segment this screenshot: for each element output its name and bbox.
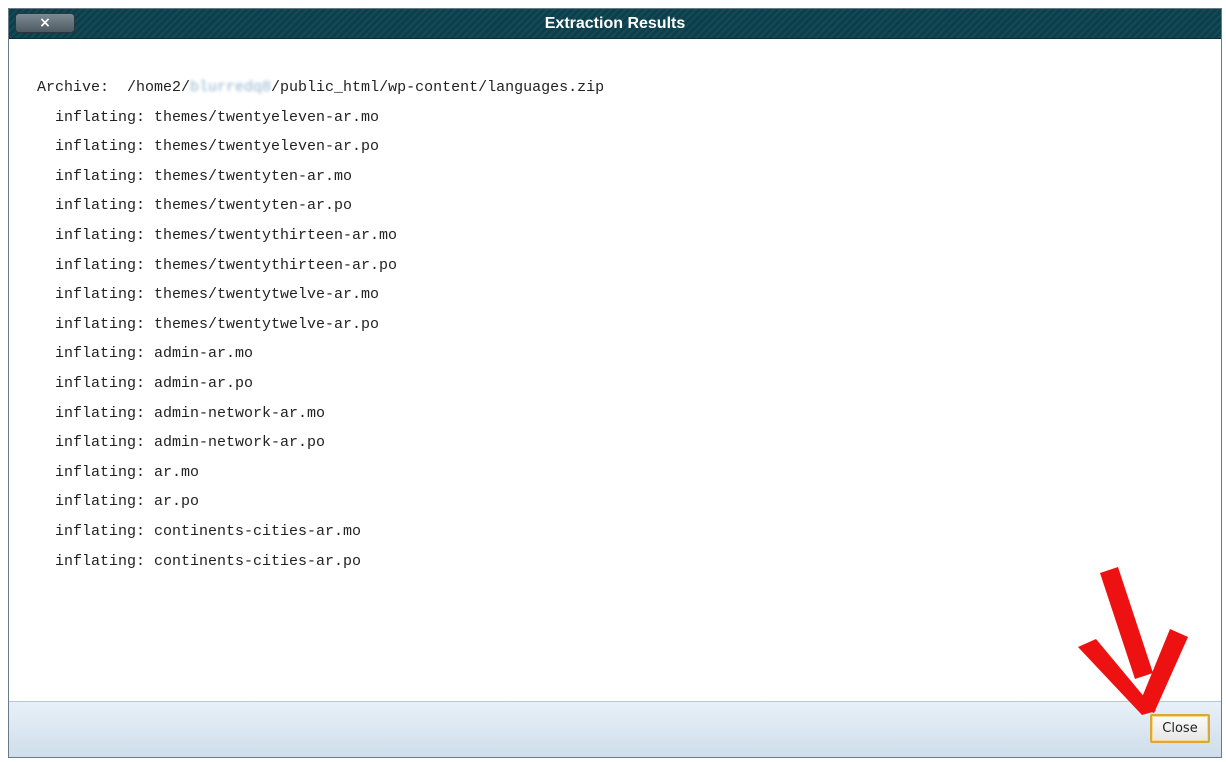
archive-path-suffix: /public_html/wp-content/languages.zip — [271, 79, 605, 96]
archive-path-redacted: blurredq8 — [190, 79, 272, 96]
dialog-titlebar: Extraction Results × — [9, 9, 1221, 39]
close-icon[interactable]: × — [15, 13, 75, 33]
dialog-title: Extraction Results — [544, 15, 686, 32]
output-line: inflating: themes/twentyeleven-ar.mo — [37, 108, 380, 126]
output-line: inflating: themes/twentytwelve-ar.po — [37, 315, 380, 333]
extraction-results-dialog: Extraction Results × Archive: /home2/blu… — [8, 8, 1222, 758]
output-line: inflating: admin-network-ar.po — [37, 434, 326, 452]
output-line: inflating: admin-ar.po — [37, 374, 254, 392]
output-line: inflating: themes/twentyten-ar.po — [37, 197, 353, 215]
output-line: inflating: continents-cities-ar.mo — [37, 522, 362, 540]
close-button[interactable]: Close — [1150, 714, 1210, 743]
archive-path-prefix: /home2/ — [127, 79, 191, 96]
output-line: inflating: admin-network-ar.mo — [37, 404, 326, 422]
output-line: inflating: themes/twentythirteen-ar.po — [37, 256, 398, 274]
extraction-output: Archive: /home2/blurredq8/public_html/wp… — [9, 39, 1221, 704]
output-line: inflating: continents-cities-ar.po — [37, 552, 362, 570]
output-line: inflating: ar.po — [37, 493, 200, 511]
archive-label: Archive: — [37, 79, 128, 96]
red-arrow-icon — [1078, 567, 1188, 715]
output-line: inflating: themes/twentyeleven-ar.po — [37, 138, 380, 156]
output-line: inflating: themes/twentyten-ar.mo — [37, 167, 353, 185]
dialog-footer: Close — [9, 701, 1221, 757]
output-line: inflating: ar.mo — [37, 463, 200, 481]
output-line: inflating: themes/twentythirteen-ar.mo — [37, 226, 398, 244]
archive-line: Archive: /home2/blurredq8/public_html/wp… — [37, 73, 1221, 103]
output-line: inflating: themes/twentytwelve-ar.mo — [37, 286, 380, 304]
output-line: inflating: admin-ar.mo — [37, 345, 254, 363]
